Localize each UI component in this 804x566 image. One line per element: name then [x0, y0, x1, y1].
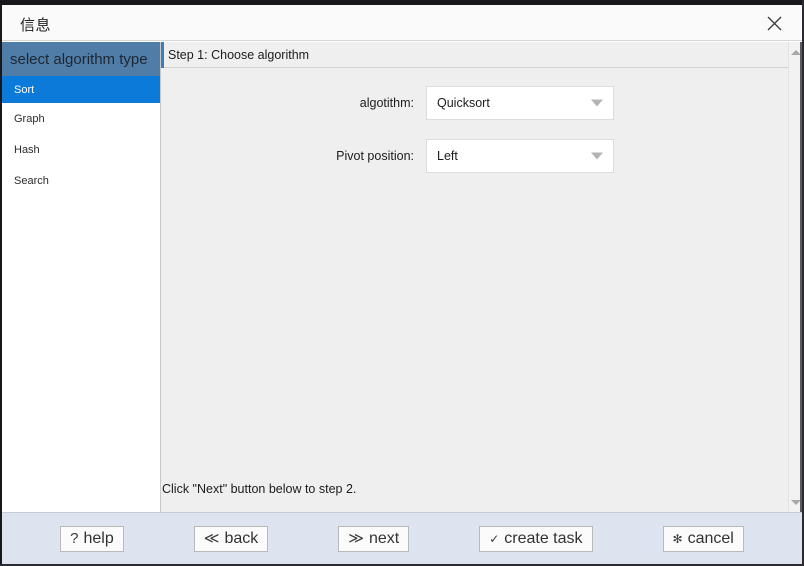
create-task-button-label: create task: [504, 529, 583, 547]
step-title: Step 1: Choose algorithm: [168, 47, 310, 62]
algorithm-label: algotithm:: [359, 96, 414, 110]
next-button[interactable]: ≫ next: [338, 525, 410, 552]
sidebar-item-label: Graph: [14, 112, 45, 125]
sidebar-item-label: Sort: [14, 83, 35, 96]
step-header: Step 1: Choose algorithm: [161, 41, 788, 68]
double-chevron-left-icon: ≪: [203, 530, 220, 547]
cancel-button[interactable]: ✻ cancel: [662, 525, 744, 552]
cancel-button-label: cancel: [687, 529, 734, 547]
sidebar-item-label: Search: [14, 174, 49, 187]
algorithm-form: algotithm: Quicksort Pivot position: Lef…: [161, 68, 788, 173]
triangle-up-icon: [790, 49, 801, 55]
chevron-down-icon: [591, 152, 603, 160]
triangle-down-icon: [790, 499, 801, 505]
algorithm-select-value: Quicksort: [437, 96, 490, 110]
pivot-position-label: Pivot position:: [336, 149, 414, 163]
check-icon: ✓: [489, 531, 500, 546]
cancel-mark-icon: ✻: [672, 531, 683, 546]
form-row-algorithm: algotithm: Quicksort: [161, 86, 788, 120]
title-bar: 信息: [2, 5, 802, 41]
double-chevron-right-icon: ≫: [348, 530, 364, 547]
sidebar-header: select algorithm type: [2, 42, 160, 76]
chevron-down-icon: [591, 99, 603, 107]
close-button[interactable]: [754, 7, 794, 39]
sidebar-item-hash[interactable]: Hash: [2, 134, 160, 165]
sidebar-item-sort[interactable]: Sort: [2, 76, 160, 103]
back-button-label: back: [224, 529, 259, 547]
dialog-body: select algorithm type Sort Graph Hash Se…: [2, 41, 802, 512]
back-button[interactable]: ≪ back: [193, 525, 269, 552]
create-task-button[interactable]: ✓ create task: [479, 525, 593, 552]
form-row-pivot: Pivot position: Left: [161, 139, 788, 173]
close-icon: [766, 15, 783, 32]
window-title: 信息: [20, 17, 52, 34]
vertical-scrollbar[interactable]: [788, 42, 802, 512]
step-hint-text: Click "Next" button below to step 2.: [162, 482, 357, 496]
sidebar: select algorithm type Sort Graph Hash Se…: [2, 42, 161, 512]
next-button-label: next: [368, 529, 400, 547]
footer-button-bar: ? help ≪ back ≫ next ✓ create task ✻ can…: [2, 512, 802, 564]
pivot-position-select[interactable]: Left: [426, 139, 614, 173]
help-button[interactable]: ? help: [60, 525, 124, 552]
help-button-label: help: [83, 529, 114, 547]
sidebar-item-search[interactable]: Search: [2, 165, 160, 196]
content-panel: Step 1: Choose algorithm algotithm: Quic…: [161, 41, 802, 512]
pivot-position-select-value: Left: [437, 149, 458, 163]
scrollbar-edge: [800, 42, 802, 512]
sidebar-item-label: Hash: [14, 143, 40, 156]
dialog-window: 信息 select algorithm type Sort Graph Hash: [0, 0, 804, 566]
algorithm-select[interactable]: Quicksort: [426, 86, 614, 120]
sidebar-item-graph[interactable]: Graph: [2, 103, 160, 134]
question-mark-icon: ?: [70, 530, 79, 547]
